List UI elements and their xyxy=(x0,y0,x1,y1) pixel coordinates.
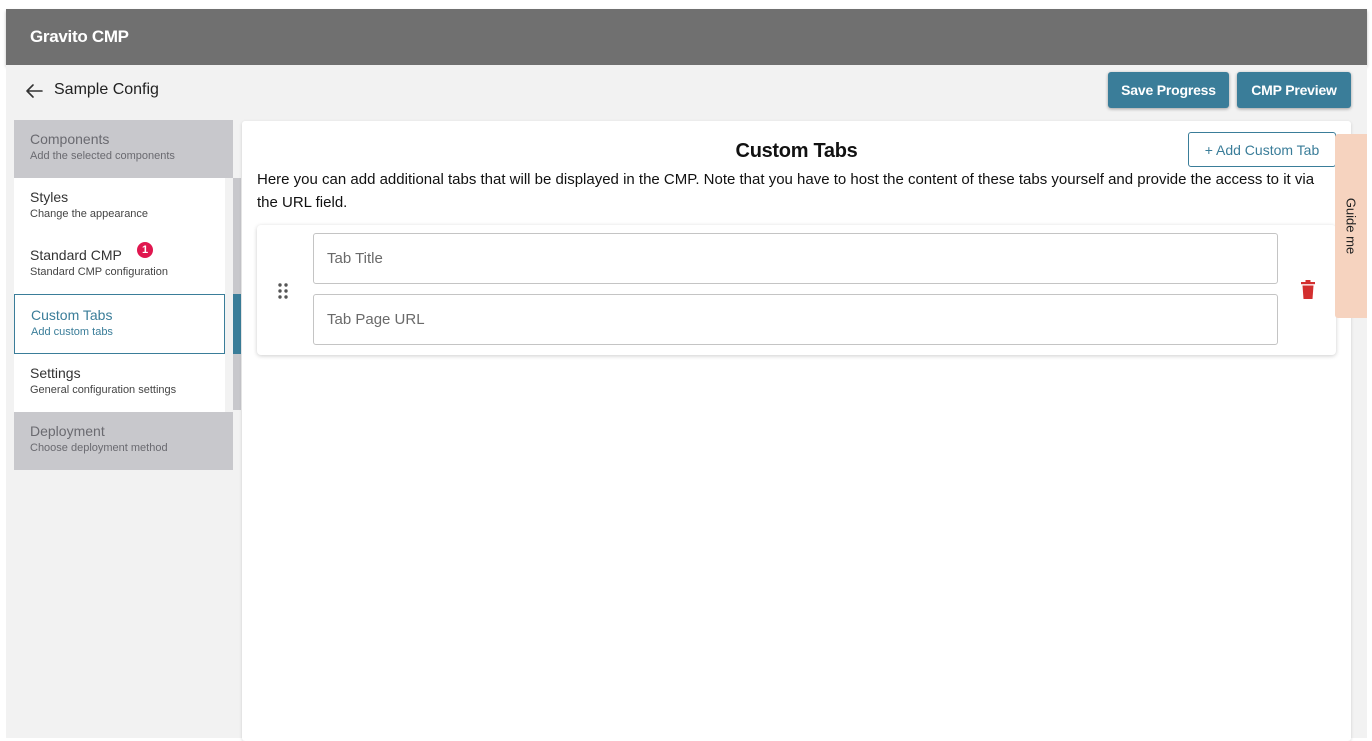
page-title: Custom Tabs xyxy=(735,140,858,162)
top-app-bar: Gravito CMP xyxy=(6,9,1367,65)
save-progress-button[interactable]: Save Progress xyxy=(1108,72,1229,108)
page-description: Here you can add additional tabs that wi… xyxy=(257,171,1315,211)
sidebar-nav: Components Add the selected components S… xyxy=(14,120,250,470)
config-name: Sample Config xyxy=(54,81,159,98)
sidebar-item-subtitle: Change the appearance xyxy=(30,208,149,220)
sidebar-item-subtitle: Standard CMP configuration xyxy=(30,266,168,278)
app-title: Gravito CMP xyxy=(30,27,129,46)
sidebar-rail-active xyxy=(233,294,241,354)
sidebar-item-deployment[interactable]: Deployment Choose deployment method xyxy=(14,412,233,470)
workspace: Sample Config Save Progress CMP Preview … xyxy=(6,65,1367,741)
notification-badge: 1 xyxy=(137,242,153,258)
sidebar-item-title: Deployment xyxy=(30,423,105,439)
sidebar-item-settings[interactable]: Settings General configuration settings xyxy=(14,354,225,412)
trash-icon[interactable] xyxy=(1300,280,1316,300)
sidebar-item-title: Custom Tabs xyxy=(31,307,113,323)
cmp-preview-button[interactable]: CMP Preview xyxy=(1237,72,1351,108)
sidebar-item-subtitle: Add custom tabs xyxy=(31,326,113,338)
tab-url-input[interactable] xyxy=(313,294,1278,345)
sidebar-item-title: Settings xyxy=(30,365,81,381)
sidebar-item-title: Components xyxy=(30,131,110,147)
guide-me-tab[interactable]: Guide me xyxy=(1335,134,1367,318)
sidebar-item-title: Standard CMP xyxy=(30,247,122,263)
sidebar-item-standard-cmp[interactable]: Standard CMP 1 Standard CMP configuratio… xyxy=(14,236,225,294)
sidebar-item-title: Styles xyxy=(30,189,69,205)
sidebar-item-styles[interactable]: Styles Change the appearance xyxy=(14,178,225,236)
sidebar-item-subtitle: Add the selected components xyxy=(30,150,175,162)
custom-tabs-panel: Custom Tabs + Add Custom Tab Here you ca… xyxy=(242,121,1351,741)
sidebar-item-custom-tabs[interactable]: Custom Tabs Add custom tabs xyxy=(14,294,225,354)
tab-title-input[interactable] xyxy=(313,233,1278,284)
sidebar-item-components[interactable]: Components Add the selected components xyxy=(14,120,233,178)
drag-handle-icon[interactable] xyxy=(277,282,289,300)
back-arrow-icon[interactable] xyxy=(24,81,44,101)
guide-me-label: Guide me xyxy=(1343,197,1359,255)
custom-tab-card xyxy=(257,225,1336,355)
sidebar-item-subtitle: Choose deployment method xyxy=(30,442,168,454)
sidebar-item-subtitle: General configuration settings xyxy=(30,384,177,396)
add-custom-tab-button[interactable]: + Add Custom Tab xyxy=(1188,132,1336,167)
